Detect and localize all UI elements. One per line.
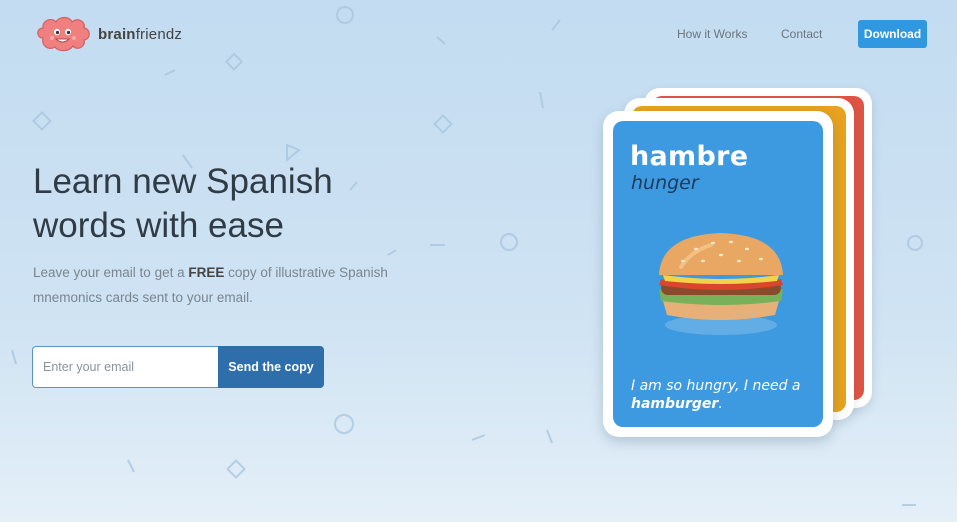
brand-name: brainfriendz <box>98 25 183 43</box>
hamburger-icon <box>659 233 783 335</box>
download-button[interactable]: Download <box>858 20 927 48</box>
email-input[interactable] <box>32 346 219 388</box>
flashcard-stack: hambre hunger I am so hungry, I need a h… <box>600 88 880 448</box>
brain-mascot-icon <box>37 16 90 52</box>
flashcard-front: hambre hunger I am so hungry, I need a h… <box>603 111 833 437</box>
hero-title: Learn new Spanish words with ease <box>33 162 333 245</box>
card-sentence: I am so hungry, I need a hamburger. <box>631 378 801 412</box>
nav-contact[interactable]: Contact <box>781 27 822 41</box>
card-word: hambre <box>630 141 749 172</box>
hero-subtitle: Leave your email to get a FREE copy of i… <box>33 265 388 305</box>
send-copy-button[interactable]: Send the copy <box>218 346 324 388</box>
brand-logo[interactable]: brainfriendz <box>34 14 182 54</box>
card-translation: hunger <box>631 172 699 194</box>
nav-how-it-works[interactable]: How it Works <box>677 27 747 41</box>
